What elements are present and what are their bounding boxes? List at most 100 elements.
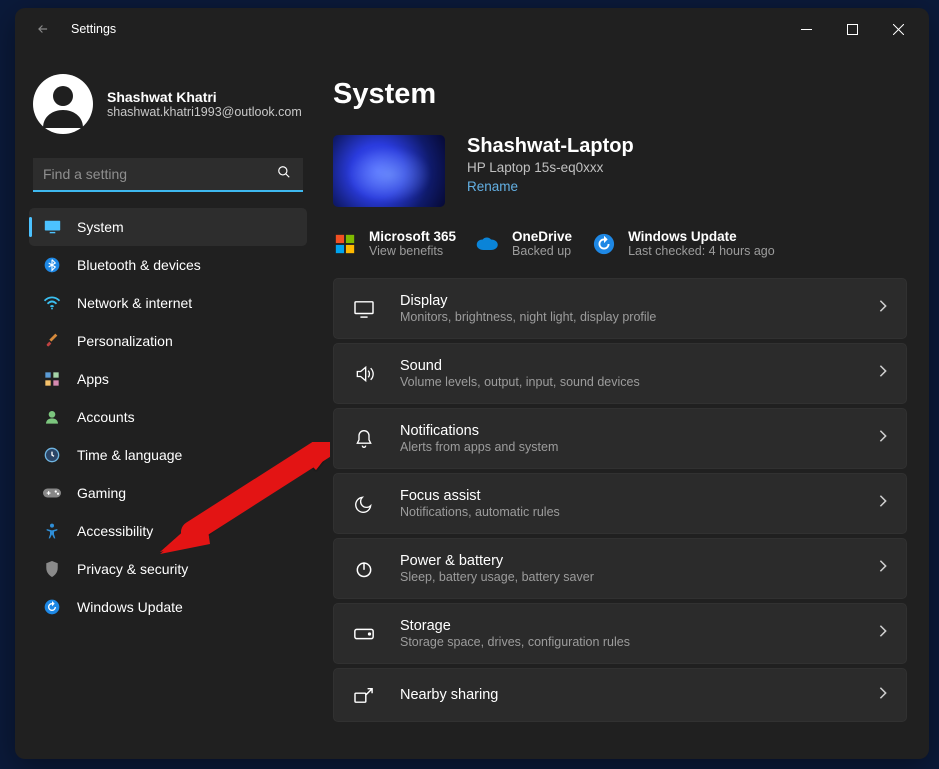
card-nearby-sharing[interactable]: Nearby sharing: [333, 668, 907, 722]
card-sub: Monitors, brightness, night light, displ…: [400, 310, 854, 324]
card-title: Focus assist: [400, 488, 854, 504]
window-title: Settings: [71, 22, 116, 36]
display-icon: [352, 297, 376, 321]
card-title: Display: [400, 293, 854, 309]
chevron-right-icon: [878, 299, 888, 318]
status-microsoft365[interactable]: Microsoft 365 View benefits: [333, 229, 456, 258]
card-display[interactable]: Display Monitors, brightness, night ligh…: [333, 278, 907, 339]
status-row: Microsoft 365 View benefits OneDrive Bac…: [333, 229, 907, 258]
minimize-button[interactable]: [783, 13, 829, 45]
person-icon: [43, 408, 61, 426]
settings-cards: Display Monitors, brightness, night ligh…: [333, 278, 907, 722]
monitor-icon: [43, 218, 61, 236]
wifi-icon: [43, 294, 61, 312]
status-onedrive[interactable]: OneDrive Backed up: [476, 229, 572, 258]
storage-icon: [352, 622, 376, 646]
moon-icon: [352, 492, 376, 516]
card-title: Power & battery: [400, 553, 854, 569]
update-icon: [43, 598, 61, 616]
settings-window: Settings Shashwat Khatri shashwat.khatri…: [15, 8, 929, 759]
chevron-right-icon: [878, 364, 888, 383]
sidebar-item-label: Gaming: [77, 485, 126, 501]
sidebar-item-label: Accounts: [77, 409, 135, 425]
profile-block[interactable]: Shashwat Khatri shashwat.khatri1993@outl…: [29, 50, 307, 152]
status-windows-update[interactable]: Windows Update Last checked: 4 hours ago: [592, 229, 775, 258]
card-storage[interactable]: Storage Storage space, drives, configura…: [333, 603, 907, 664]
status-sub: Last checked: 4 hours ago: [628, 244, 775, 258]
sidebar-item-time-language[interactable]: Time & language: [29, 436, 307, 474]
card-sound[interactable]: Sound Volume levels, output, input, soun…: [333, 343, 907, 404]
profile-email: shashwat.khatri1993@outlook.com: [107, 105, 302, 119]
card-sub: Volume levels, output, input, sound devi…: [400, 375, 854, 389]
sidebar-item-accounts[interactable]: Accounts: [29, 398, 307, 436]
onedrive-icon: [476, 232, 500, 256]
gamepad-icon: [43, 484, 61, 502]
chevron-right-icon: [878, 429, 888, 448]
card-focus-assist[interactable]: Focus assist Notifications, automatic ru…: [333, 473, 907, 534]
sidebar-item-bluetooth[interactable]: Bluetooth & devices: [29, 246, 307, 284]
sidebar-item-network[interactable]: Network & internet: [29, 284, 307, 322]
sidebar-item-label: Personalization: [77, 333, 173, 349]
sidebar-item-label: Accessibility: [77, 523, 153, 539]
device-block: Shashwat-Laptop HP Laptop 15s-eq0xxx Ren…: [333, 135, 907, 207]
sidebar: Shashwat Khatri shashwat.khatri1993@outl…: [15, 50, 315, 759]
clock-icon: [43, 446, 61, 464]
card-power[interactable]: Power & battery Sleep, battery usage, ba…: [333, 538, 907, 599]
rename-link[interactable]: Rename: [467, 179, 634, 194]
maximize-button[interactable]: [829, 13, 875, 45]
sidebar-item-label: Apps: [77, 371, 109, 387]
sidebar-item-system[interactable]: System: [29, 208, 307, 246]
status-sub: Backed up: [512, 244, 572, 258]
sidebar-item-privacy[interactable]: Privacy & security: [29, 550, 307, 588]
accessibility-icon: [43, 522, 61, 540]
status-title: OneDrive: [512, 229, 572, 244]
sidebar-item-apps[interactable]: Apps: [29, 360, 307, 398]
bell-icon: [352, 427, 376, 451]
apps-icon: [43, 370, 61, 388]
share-icon: [352, 683, 376, 707]
chevron-right-icon: [878, 559, 888, 578]
shield-icon: [43, 560, 61, 578]
update-icon: [592, 232, 616, 256]
sidebar-item-label: System: [77, 219, 124, 235]
microsoft365-icon: [333, 232, 357, 256]
card-sub: Notifications, automatic rules: [400, 505, 854, 519]
bluetooth-icon: [43, 256, 61, 274]
card-title: Notifications: [400, 423, 854, 439]
status-title: Windows Update: [628, 229, 775, 244]
sidebar-item-update[interactable]: Windows Update: [29, 588, 307, 626]
sidebar-item-personalization[interactable]: Personalization: [29, 322, 307, 360]
card-title: Storage: [400, 618, 854, 634]
power-icon: [352, 557, 376, 581]
card-title: Sound: [400, 358, 854, 374]
search-icon: [265, 165, 303, 184]
sidebar-item-accessibility[interactable]: Accessibility: [29, 512, 307, 550]
avatar: [33, 74, 93, 134]
card-title: Nearby sharing: [400, 687, 854, 703]
device-thumbnail: [333, 135, 445, 207]
titlebar: Settings: [15, 8, 929, 50]
status-sub: View benefits: [369, 244, 456, 258]
brush-icon: [43, 332, 61, 350]
sidebar-item-label: Privacy & security: [77, 561, 188, 577]
main-panel: System Shashwat-Laptop HP Laptop 15s-eq0…: [315, 50, 929, 759]
profile-name: Shashwat Khatri: [107, 89, 302, 105]
chevron-right-icon: [878, 624, 888, 643]
chevron-right-icon: [878, 686, 888, 705]
card-notifications[interactable]: Notifications Alerts from apps and syste…: [333, 408, 907, 469]
back-button[interactable]: [33, 19, 53, 39]
card-sub: Sleep, battery usage, battery saver: [400, 570, 854, 584]
page-title: System: [333, 78, 907, 111]
close-button[interactable]: [875, 13, 921, 45]
device-name: Shashwat-Laptop: [467, 135, 634, 158]
card-sub: Storage space, drives, configuration rul…: [400, 635, 854, 649]
sidebar-item-label: Bluetooth & devices: [77, 257, 201, 273]
card-sub: Alerts from apps and system: [400, 440, 854, 454]
search-box[interactable]: [33, 158, 303, 192]
search-input[interactable]: [33, 166, 265, 182]
sidebar-item-gaming[interactable]: Gaming: [29, 474, 307, 512]
chevron-right-icon: [878, 494, 888, 513]
device-model: HP Laptop 15s-eq0xxx: [467, 160, 634, 175]
sidebar-item-label: Windows Update: [77, 599, 183, 615]
sidebar-item-label: Network & internet: [77, 295, 192, 311]
